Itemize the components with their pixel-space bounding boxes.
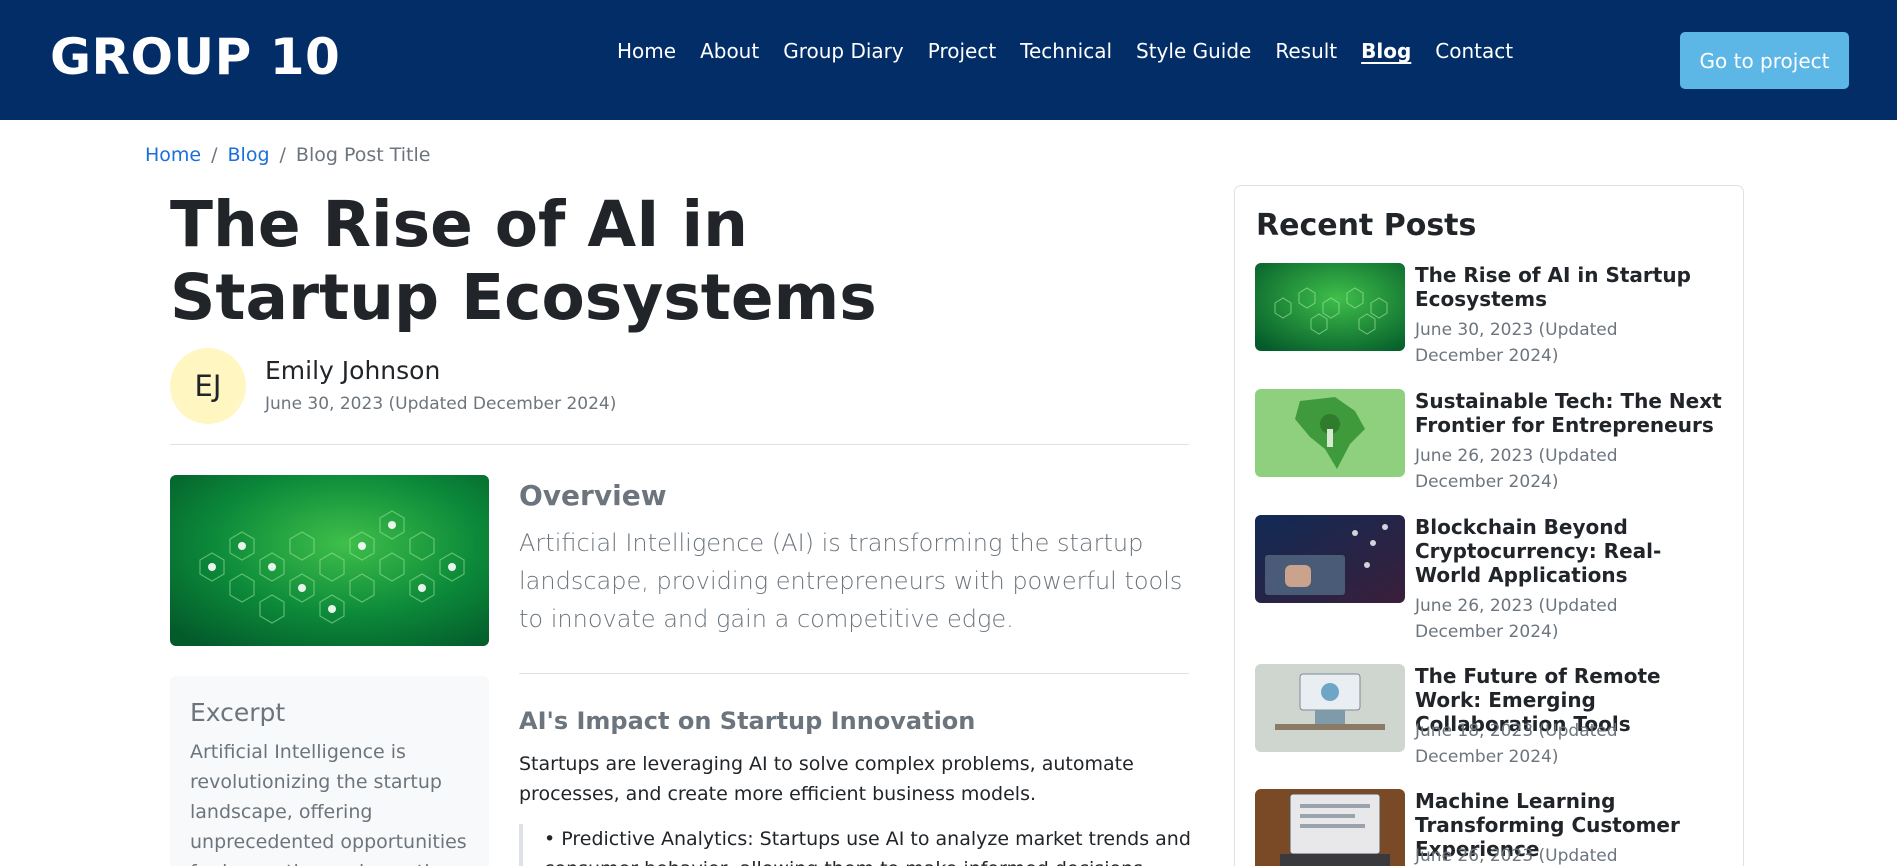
nav-technical[interactable]: Technical [1008,38,1124,64]
author-avatar: EJ [170,348,246,424]
nav-style-guide[interactable]: Style Guide [1124,38,1263,64]
excerpt-heading: Excerpt [190,698,286,727]
top-navbar: GROUP 10 Home About Group Diary Project … [0,0,1897,120]
post-date: June 26, 2023 (Updated December 2024) [1415,846,1618,866]
section-heading: AI's Impact on Startup Innovation [519,707,976,735]
recent-posts-sidebar: Recent Posts The Rise of AI in Startup E… [1234,185,1744,866]
post-thumbnail[interactable] [1255,664,1405,752]
nav-blog[interactable]: Blog [1349,38,1423,64]
post-date: June 26, 2023 (Updated December 2024) [1415,596,1618,642]
post-date: June 30, 2023 (Updated December 2024) [1415,320,1618,366]
post-date: June 30, 2023 (Updated December 2024) [265,394,617,414]
post-thumbnail[interactable] [1255,789,1405,866]
post-thumbnail[interactable] [1255,389,1405,477]
main-nav: Home About Group Diary Project Technical… [605,38,1525,64]
breadcrumb: Home / Blog / Blog Post Title [145,144,430,166]
breadcrumb-current: Blog Post Title [295,144,431,166]
blockquote: • Predictive Analytics: Startups use AI … [519,824,1191,866]
excerpt-text: Artificial Intelligence is revolutionizi… [190,741,467,866]
breadcrumb-home[interactable]: Home [145,144,201,166]
divider [170,444,1189,445]
go-to-project-button[interactable]: Go to project [1680,32,1849,89]
breadcrumb-separator: / [211,144,218,166]
recent-posts-heading: Recent Posts [1256,208,1477,243]
post-date: June 18, 2023 (Updated December 2024) [1415,721,1618,767]
nav-result[interactable]: Result [1263,38,1349,64]
overview-heading: Overview [519,479,667,512]
nav-home[interactable]: Home [605,38,688,64]
nav-about[interactable]: About [688,38,771,64]
post-title: The Rise of AI in Startup Ecosystems [170,188,877,334]
post-date: June 26, 2023 (Updated December 2024) [1415,446,1618,492]
author-name: Emily Johnson [265,356,441,385]
post-thumbnail[interactable] [1255,263,1405,351]
post-title-link[interactable]: Blockchain Beyond Cryptocurrency: Real-W… [1415,515,1725,587]
nav-contact[interactable]: Contact [1423,38,1525,64]
post-title-link[interactable]: Sustainable Tech: The Next Frontier for … [1415,389,1725,437]
breadcrumb-blog[interactable]: Blog [228,144,270,166]
breadcrumb-separator: / [279,144,286,166]
post-thumbnail[interactable] [1255,515,1405,603]
post-title-link[interactable]: The Rise of AI in Startup Ecosystems [1415,263,1725,311]
section-text: Startups are leveraging AI to solve comp… [519,753,1134,805]
divider [519,673,1189,674]
featured-image [170,475,489,646]
overview-text: Artificial Intelligence (AI) is transfor… [519,529,1183,633]
brand-logo[interactable]: GROUP 10 [50,28,340,86]
excerpt-card: Excerpt Artificial Intelligence is revol… [170,676,489,866]
nav-group-diary[interactable]: Group Diary [771,38,916,64]
nav-project[interactable]: Project [916,38,1008,64]
